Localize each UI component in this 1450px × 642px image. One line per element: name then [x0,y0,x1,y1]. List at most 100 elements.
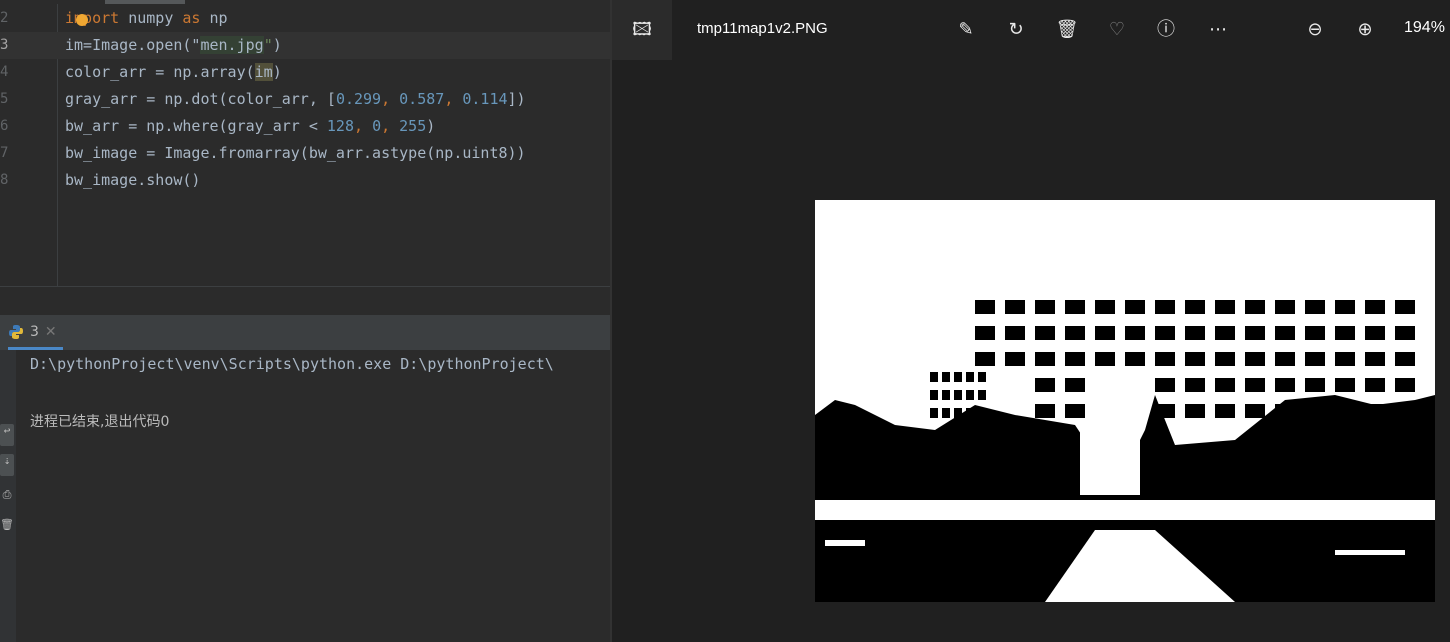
run-tab-label: 3 [30,323,39,340]
code-line[interactable]: 6 bw_arr = np.where(gray_arr < 128, 0, 25… [0,113,610,140]
line-number: 5 [0,91,9,107]
code-token: ]) [507,90,526,108]
building-window [942,372,950,382]
building-window [975,326,995,340]
building-window [1395,300,1415,314]
building-window [1215,404,1235,418]
file-name: tmp11map1v2.PNG [697,20,828,37]
code-token: men.jpg [200,36,264,54]
scroll-to-end-icon[interactable]: ⇣ [0,454,14,476]
code-token: " [263,36,273,54]
code-token: , [354,117,373,135]
code-token: bw_arr = np.where(gray_arr < [65,117,327,135]
code-token: 255 [399,117,427,135]
info-icon[interactable]: ⓘ [1154,18,1178,42]
building-window [930,408,938,418]
pycharm-ide: 2 import numpy as np 3 im=Image.open("men.j… [0,0,612,642]
code-token: 0 [372,117,382,135]
code-line[interactable]: 8 bw_image.show() [0,167,610,194]
bw-image [815,200,1435,602]
code-token: color_arr = np.array( [65,63,255,81]
code-token: 128 [326,117,354,135]
building-window [1245,300,1265,314]
building-window [1065,326,1085,340]
building-window [1155,404,1175,418]
code-token: bw_image.show() [65,171,201,189]
code-text: gray_arr = np.dot(color_arr, [0.299, 0.5… [65,86,526,113]
building-window [1395,404,1415,418]
building-window [1365,404,1385,418]
building-window [1305,300,1325,314]
more-icon[interactable]: ⋯ [1206,18,1230,42]
building-window [1215,378,1235,392]
print-icon[interactable]: ⎙ [0,488,14,510]
rotate-icon[interactable]: ↻ [1004,18,1028,42]
code-token: , [381,90,400,108]
soft-wrap-icon[interactable]: ↩ [0,424,14,446]
building-window [1275,404,1295,418]
building-window [1095,352,1115,366]
building-window [1335,300,1355,314]
run-tab[interactable]: 3 ✕ [8,316,63,350]
building-window [1005,300,1025,314]
building-window [1275,352,1295,366]
building-window [930,390,938,400]
building-window [1185,326,1205,340]
building-window [1035,352,1055,366]
code-token: numpy [119,9,183,27]
delete-icon[interactable]: 🗑 [1055,18,1079,42]
building-window [1005,326,1025,340]
code-token: as [182,9,201,27]
building-window [1065,352,1085,366]
building-window [1335,378,1355,392]
building-window [1155,352,1175,366]
building-window [954,372,962,382]
building-window [1365,300,1385,314]
building-window [1365,326,1385,340]
building-window [1305,352,1325,366]
building-window [930,372,938,382]
building-window [1395,352,1415,366]
building-window [1365,378,1385,392]
gallery-button[interactable]: 🖾 [612,0,672,60]
building-window [1275,378,1295,392]
building-window [1245,326,1265,340]
building-window [1365,352,1385,366]
zoom-out-icon[interactable]: ⊖ [1303,18,1327,42]
code-token: , [381,117,400,135]
code-token: 0.299 [335,90,382,108]
close-icon[interactable]: ✕ [45,324,57,340]
panel-splitter[interactable] [0,286,610,316]
building-window [1215,326,1235,340]
code-token: ) [272,36,282,54]
building-window [1035,404,1055,418]
zoom-in-icon[interactable]: ⊕ [1353,18,1377,42]
code-line[interactable]: 5 gray_arr = np.dot(color_arr, [0.299, 0.… [0,86,610,113]
trash-icon[interactable]: 🗑 [0,518,14,540]
code-token: im=Image.open(" [65,36,201,54]
code-line[interactable]: 2 import numpy as np [0,5,610,32]
code-line[interactable]: 7 bw_image = Image.fromarray(bw_arr.astyp… [0,140,610,167]
building-window [1185,404,1205,418]
code-line[interactable]: 4 color_arr = np.array(im) [0,59,610,86]
python-icon [9,324,23,339]
lightbulb-icon[interactable] [76,14,88,26]
code-token: np [200,9,228,27]
building-window [942,408,950,418]
building-window [966,408,974,418]
favorite-icon[interactable]: ♡ [1105,18,1129,42]
building-window [1395,326,1415,340]
building-window [978,372,986,382]
building-window [1215,300,1235,314]
building-window [1305,404,1325,418]
code-editor[interactable]: 2 import numpy as np 3 im=Image.open("men.j… [0,0,610,286]
building-window [978,408,986,418]
building-window [1065,404,1085,418]
building-window [978,390,986,400]
editor-tab-indicator[interactable] [105,0,185,4]
building-window [1245,378,1265,392]
code-line[interactable]: 3 im=Image.open("men.jpg") [0,32,610,59]
run-toolbar: ↩ ⇣ ⎙ 🗑 [0,350,16,642]
edit-icon[interactable]: ✎ [954,18,978,42]
run-console[interactable]: D:\pythonProject\venv\Scripts\python.exe… [16,350,610,642]
